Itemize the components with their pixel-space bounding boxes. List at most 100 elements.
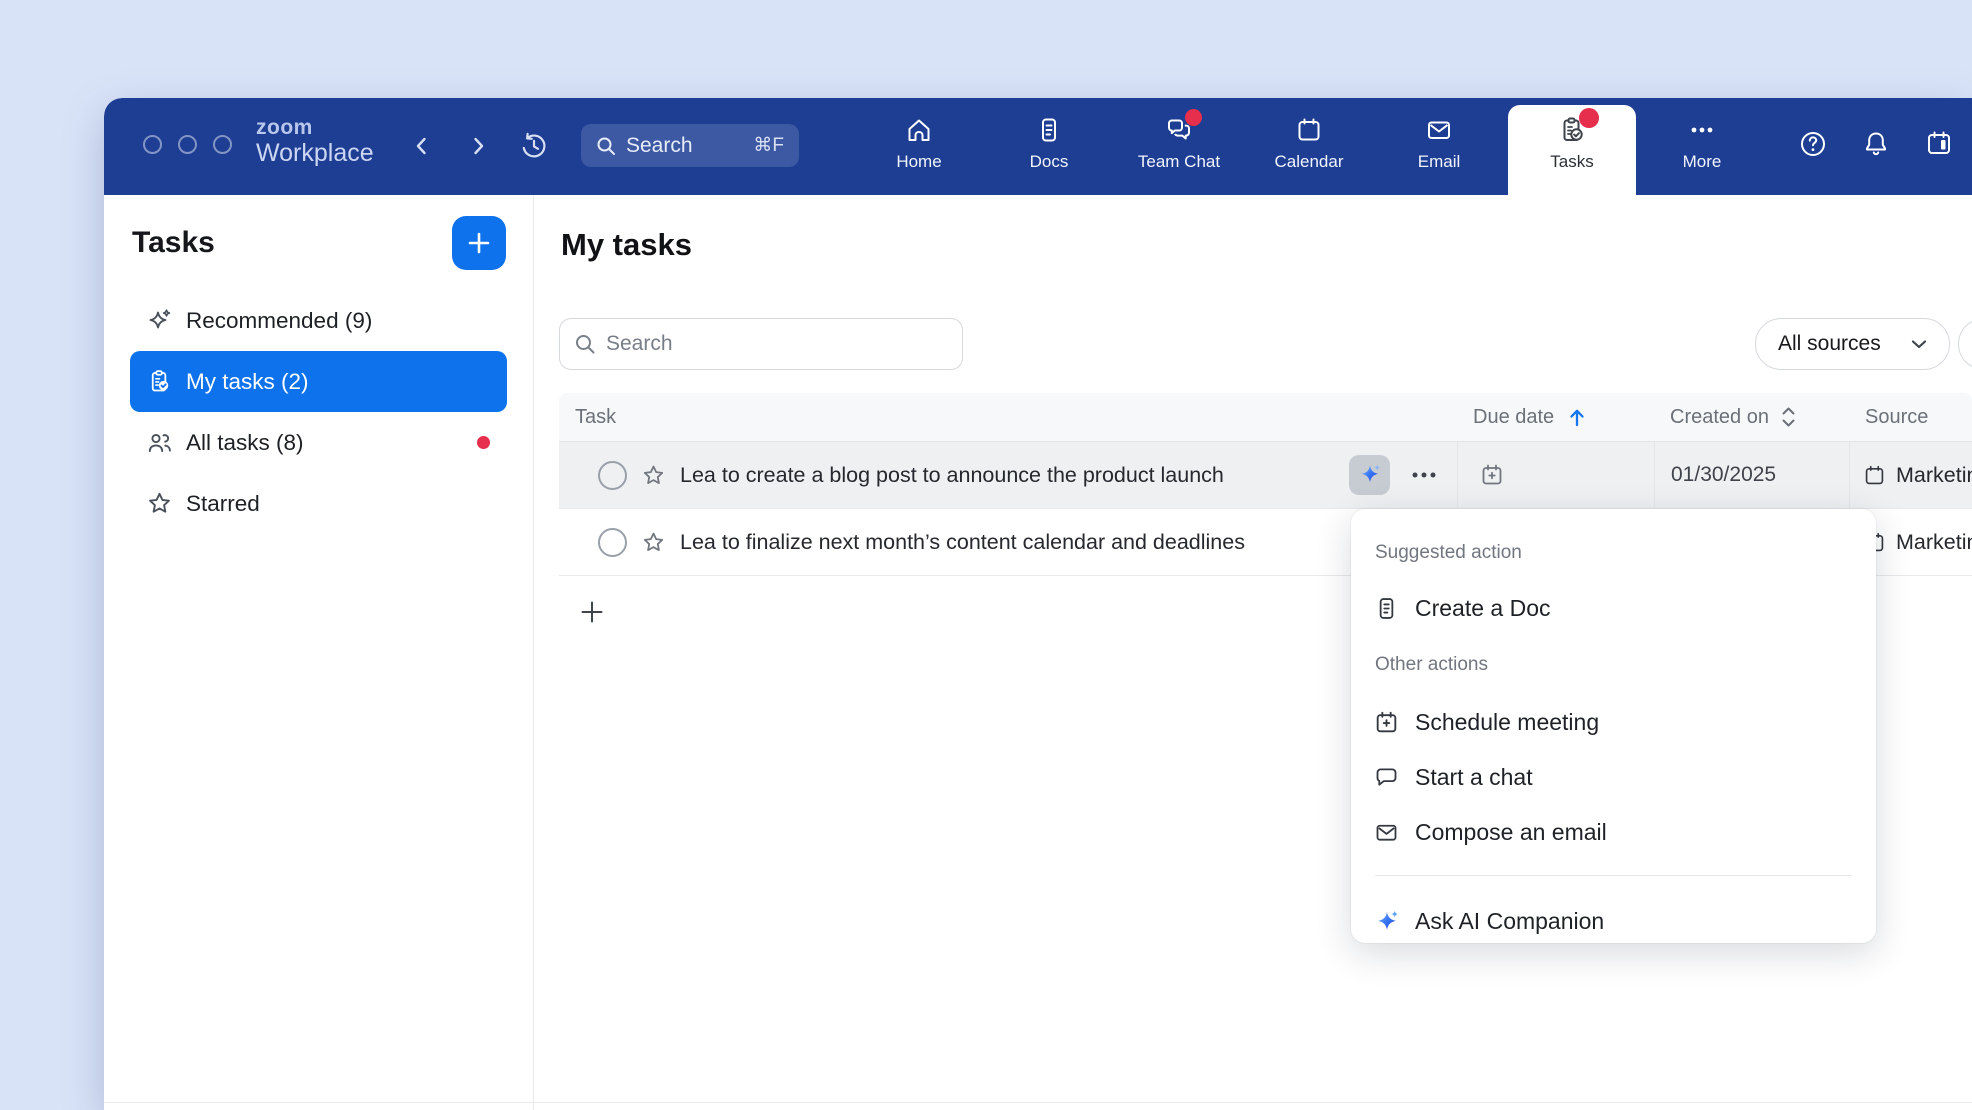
sidebar-item-label: Starred	[186, 491, 260, 517]
desktop-background: zoom Workplace Search ⌘F	[0, 0, 1972, 1110]
row-more-button[interactable]	[1411, 471, 1437, 479]
menu-item-compose-email[interactable]: Compose an email	[1351, 805, 1876, 860]
menu-item-ask-ai-companion[interactable]: Ask AI Companion	[1351, 895, 1876, 947]
ai-sparkle-icon	[1357, 462, 1383, 488]
menu-item-label: Compose an email	[1415, 819, 1607, 846]
nav-team-chat[interactable]: Team Chat	[1114, 98, 1244, 195]
row-actions	[1349, 455, 1457, 495]
ai-companion-icon	[1373, 908, 1400, 935]
sources-filter-dropdown[interactable]: All sources	[1755, 318, 1950, 370]
notifications-button[interactable]	[1860, 128, 1892, 160]
nav-more-label: More	[1683, 152, 1722, 172]
tasks-notification-dot	[1579, 108, 1599, 128]
calendar-plus-icon	[1479, 462, 1505, 488]
nav-tasks-active-tab[interactable]: Tasks	[1508, 105, 1636, 195]
menu-item-label: Create a Doc	[1415, 595, 1551, 622]
nav-docs-label: Docs	[1030, 152, 1069, 172]
people-icon	[146, 429, 173, 456]
ai-companion-button[interactable]	[1349, 455, 1390, 495]
menu-item-start-chat[interactable]: Start a chat	[1351, 750, 1876, 805]
back-button[interactable]	[404, 128, 440, 164]
column-header-source[interactable]: Source	[1849, 393, 1972, 441]
team-chat-notification-dot	[1185, 109, 1202, 126]
nav-docs[interactable]: Docs	[984, 98, 1114, 195]
email-icon	[1424, 115, 1454, 145]
sidebar-item-starred[interactable]: Starred	[130, 473, 507, 534]
sort-icon	[1781, 406, 1796, 428]
chevron-right-icon	[467, 135, 489, 157]
menu-item-label: Schedule meeting	[1415, 709, 1599, 736]
sidebar-item-recommended[interactable]: Recommended (9)	[130, 290, 507, 351]
upcoming-meetings-button[interactable]	[1923, 128, 1955, 160]
add-due-date-button[interactable]	[1479, 462, 1505, 488]
column-header-due-date[interactable]: Due date	[1457, 393, 1654, 441]
window-maximize-button[interactable]	[213, 135, 232, 154]
forward-button[interactable]	[460, 128, 496, 164]
doc-icon	[1373, 595, 1400, 622]
envelope-icon	[1373, 819, 1400, 846]
calendar-plus-icon	[1373, 709, 1400, 736]
ai-actions-menu: Suggested action Create a Doc Other acti…	[1351, 509, 1876, 943]
window-minimize-button[interactable]	[178, 135, 197, 154]
search-icon	[596, 136, 616, 156]
bell-icon	[1860, 128, 1892, 160]
menu-item-create-doc[interactable]: Create a Doc	[1351, 584, 1876, 632]
menu-item-label: Ask AI Companion	[1415, 908, 1604, 935]
brand-zoom: zoom	[256, 117, 374, 138]
sources-filter-label: All sources	[1778, 332, 1881, 356]
window-close-button[interactable]	[143, 135, 162, 154]
clipped-filter-button[interactable]	[1958, 318, 1972, 370]
history-icon	[519, 131, 549, 161]
star-icon[interactable]	[641, 463, 666, 488]
history-button[interactable]	[516, 128, 552, 164]
task-complete-checkbox[interactable]	[598, 461, 627, 490]
menu-divider	[1375, 875, 1852, 876]
search-label: Search	[626, 134, 693, 158]
created-on-value: 01/30/2025	[1671, 463, 1776, 487]
nav-home[interactable]: Home	[854, 98, 984, 195]
primary-nav: Home Docs Team Cha	[854, 98, 1504, 195]
team-chat-icon	[1164, 115, 1194, 145]
all-tasks-notification-dot	[477, 436, 490, 449]
source-value: Marketing	[1896, 463, 1972, 488]
sidebar-item-all-tasks[interactable]: All tasks (8)	[130, 412, 507, 473]
global-search-button[interactable]: Search ⌘F	[581, 124, 799, 167]
nav-more[interactable]: More	[1637, 98, 1767, 172]
window-bottom-divider	[104, 1102, 1972, 1103]
plus-icon	[465, 229, 493, 257]
source-value: Marketing	[1896, 530, 1972, 555]
nav-home-label: Home	[896, 152, 941, 172]
task-search[interactable]	[559, 318, 963, 370]
menu-item-label: Start a chat	[1415, 764, 1533, 791]
tasks-icon	[1557, 115, 1587, 145]
task-search-input[interactable]	[606, 332, 948, 356]
search-icon	[574, 333, 596, 355]
column-header-created-on[interactable]: Created on	[1654, 393, 1849, 441]
nav-calendar[interactable]: Calendar	[1244, 98, 1374, 195]
sidebar-list: Recommended (9) My tasks	[130, 290, 507, 534]
star-icon	[146, 490, 173, 517]
topbar-utility-icons	[1797, 128, 1955, 160]
window-controls	[143, 135, 232, 154]
calendar-source-icon	[1862, 463, 1887, 488]
nav-email[interactable]: Email	[1374, 98, 1504, 195]
help-button[interactable]	[1797, 128, 1829, 160]
star-icon[interactable]	[641, 530, 666, 555]
menu-section-label: Suggested action	[1375, 542, 1522, 564]
task-row[interactable]: Lea to create a blog post to announce th…	[559, 442, 1972, 509]
topbar: zoom Workplace Search ⌘F	[104, 98, 1972, 195]
task-complete-checkbox[interactable]	[598, 528, 627, 557]
sidebar-item-label: Recommended (9)	[186, 308, 372, 334]
calendar-panel-icon	[1923, 128, 1955, 160]
more-icon	[1687, 115, 1717, 145]
sidebar-item-my-tasks[interactable]: My tasks (2)	[130, 351, 507, 412]
table-header: Task Due date Created on Source	[559, 393, 1972, 442]
zoom-workplace-logo: zoom Workplace	[256, 117, 374, 166]
nav-calendar-label: Calendar	[1275, 152, 1344, 172]
brand-workplace: Workplace	[256, 141, 374, 166]
column-header-task[interactable]: Task	[559, 393, 1457, 441]
chevron-left-icon	[411, 135, 433, 157]
sidebar-title: Tasks	[132, 226, 215, 260]
new-task-button[interactable]	[452, 216, 506, 270]
menu-item-schedule-meeting[interactable]: Schedule meeting	[1351, 695, 1876, 750]
